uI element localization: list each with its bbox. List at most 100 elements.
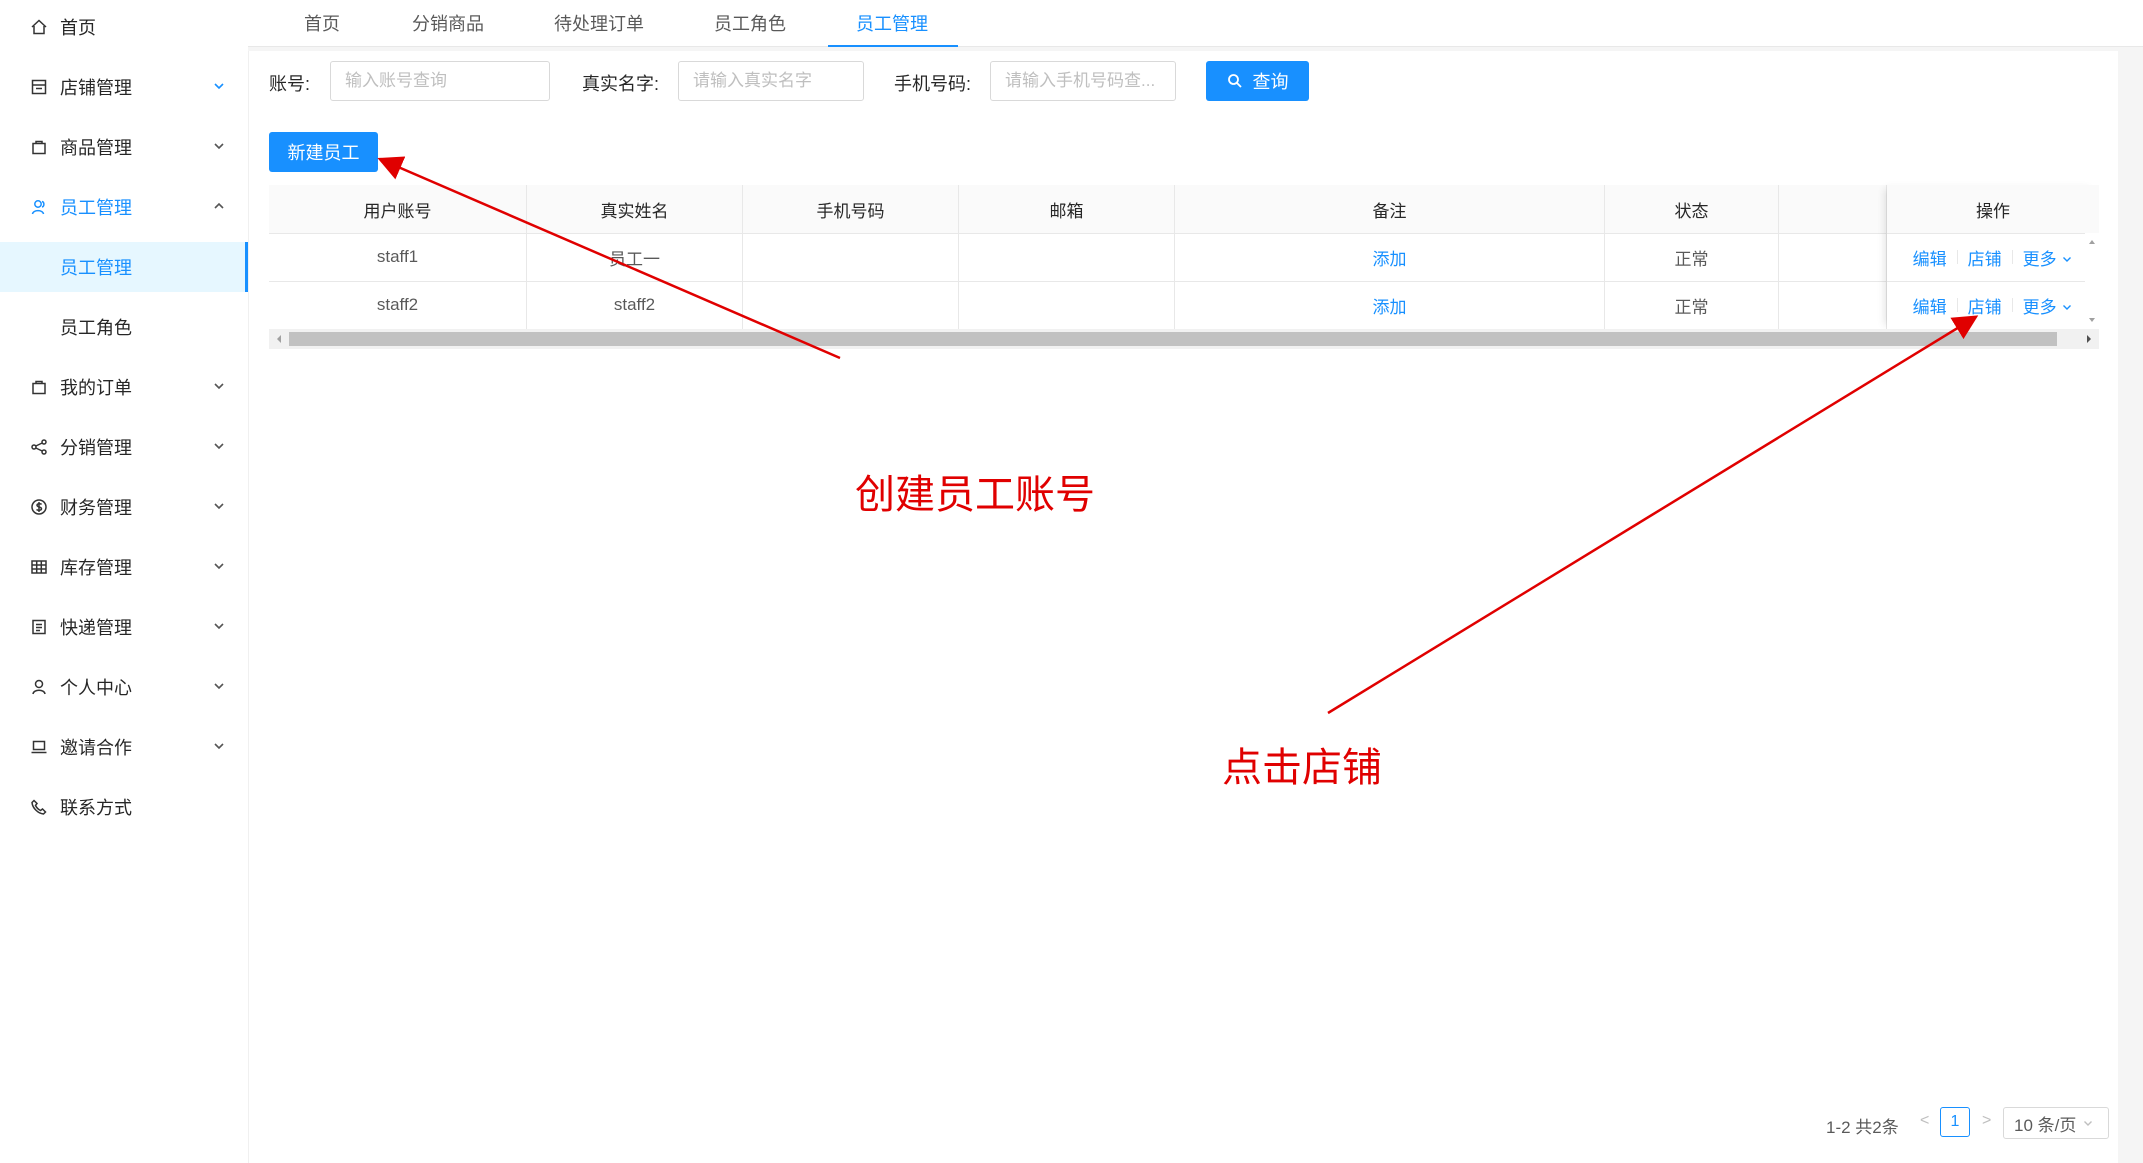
- realname-label: 真实名字:: [582, 74, 660, 94]
- chevron-down-icon: [214, 383, 224, 390]
- tab-staff-role[interactable]: 员工角色: [714, 0, 786, 46]
- shopping-bag-icon: [30, 378, 48, 396]
- fixed-actions-column: 操作 编辑 店铺 更多 编辑 店铺 更多: [1887, 185, 2099, 330]
- team-icon: [30, 198, 48, 216]
- cell-status: 正常: [1605, 233, 1779, 281]
- store-link[interactable]: 店铺: [1968, 293, 2002, 318]
- sidebar-item-label: 店铺管理: [60, 78, 132, 98]
- chevron-down-icon: [2084, 1121, 2093, 1126]
- list-icon: [30, 618, 48, 636]
- cell-account: staff1: [269, 233, 527, 281]
- prev-page-icon[interactable]: <: [1920, 1112, 1929, 1130]
- laptop-icon: [30, 738, 48, 756]
- tab-pending-orders[interactable]: 待处理订单: [554, 0, 644, 46]
- page-right-gutter: [2118, 47, 2143, 1163]
- column-header-status: 状态: [1605, 185, 1779, 233]
- sidebar-item-inventory-management[interactable]: 库存管理: [0, 542, 248, 592]
- phone-label: 手机号码:: [894, 74, 972, 94]
- sidebar-item-label: 个人中心: [60, 678, 132, 698]
- share-icon: [30, 438, 48, 456]
- more-label: 更多: [2022, 249, 2057, 269]
- action-divider: [1956, 250, 1958, 264]
- shopping-bag-icon: [30, 138, 48, 156]
- cell-spacer: [1779, 233, 1887, 281]
- page-number-button[interactable]: 1: [1940, 1107, 1970, 1137]
- tab-distribution-products[interactable]: 分销商品: [412, 0, 484, 46]
- sidebar-item-staff-management[interactable]: 员工管理: [0, 182, 248, 232]
- action-divider: [1956, 298, 1958, 312]
- cell-realname: 员工一: [527, 233, 743, 281]
- horizontal-scrollbar[interactable]: [269, 329, 2099, 349]
- column-header-account: 用户账号: [269, 185, 527, 233]
- column-header-spacer: [1779, 185, 1887, 233]
- annotation-arrows: [377, 156, 1979, 715]
- cell-realname: staff2: [527, 281, 743, 329]
- sidebar-menu: 首页 店铺管理 商品管理 员工管理 员工管理 员工角色 我的订单 分销管理 财务…: [0, 0, 249, 1163]
- sidebar-subitem-staff-role[interactable]: 员工角色: [0, 302, 248, 352]
- chevron-down-icon: [2063, 304, 2072, 310]
- sidebar-item-label: 快递管理: [60, 618, 132, 638]
- annotation-create-account: 创建员工账号: [855, 472, 1095, 518]
- sidebar-item-my-orders[interactable]: 我的订单: [0, 362, 248, 412]
- pagination-total: 1-2 共2条: [1826, 1118, 1899, 1137]
- table-header: 用户账号 真实姓名 手机号码 邮箱 备注 状态: [269, 185, 2099, 234]
- add-remark-link[interactable]: 添加: [1373, 245, 1407, 270]
- sidebar-item-label: 我的订单: [60, 378, 132, 398]
- column-header-actions: 操作: [1887, 185, 2099, 234]
- action-divider: [2011, 250, 2013, 264]
- more-label: 更多: [2022, 297, 2057, 317]
- chevron-down-icon: [214, 443, 224, 450]
- sidebar-item-label: 邀请合作: [60, 738, 132, 758]
- realname-input[interactable]: [678, 61, 864, 101]
- action-divider: [2011, 298, 2013, 312]
- sidebar-item-contact[interactable]: 联系方式: [0, 782, 248, 832]
- scroll-down-arrow-icon: [2089, 318, 2095, 322]
- cell-spacer: [1779, 281, 1887, 329]
- tab-home[interactable]: 首页: [304, 0, 340, 46]
- cell-email: [959, 233, 1175, 281]
- sidebar-subitem-staff-management[interactable]: 员工管理: [0, 242, 248, 292]
- account-input[interactable]: [330, 61, 550, 101]
- edit-link[interactable]: 编辑: [1913, 293, 1947, 318]
- scroll-thumb[interactable]: [289, 332, 2057, 346]
- more-dropdown[interactable]: 更多: [2023, 245, 2074, 270]
- chevron-down-icon: [2063, 256, 2072, 262]
- chevron-down-icon: [214, 623, 224, 630]
- annotation-click-store: 点击店铺: [1222, 745, 1382, 791]
- add-remark-link[interactable]: 添加: [1373, 293, 1407, 318]
- sidebar-item-label: 财务管理: [60, 498, 132, 518]
- sidebar-item-label: 首页: [60, 18, 96, 38]
- sidebar-item-label: 员工管理: [60, 198, 132, 218]
- vertical-scrollbar[interactable]: [2085, 233, 2099, 329]
- sidebar-item-product-management[interactable]: 商品管理: [0, 122, 248, 172]
- table-row: staff2 staff2 添加 正常: [269, 281, 2099, 330]
- phone-icon: [30, 798, 48, 816]
- more-dropdown[interactable]: 更多: [2023, 293, 2074, 318]
- sidebar-item-finance-management[interactable]: 财务管理: [0, 482, 248, 532]
- query-button[interactable]: 查询: [1206, 61, 1309, 101]
- sidebar-item-distribution-management[interactable]: 分销管理: [0, 422, 248, 472]
- sidebar-item-express-management[interactable]: 快递管理: [0, 602, 248, 652]
- column-header-remark: 备注: [1175, 185, 1605, 233]
- store-link[interactable]: 店铺: [1968, 245, 2002, 270]
- sidebar-item-home[interactable]: 首页: [0, 2, 248, 52]
- home-icon: [30, 18, 48, 36]
- sidebar-item-store-management[interactable]: 店铺管理: [0, 62, 248, 112]
- chevron-down-icon: [214, 563, 224, 570]
- search-icon: [1227, 74, 1242, 88]
- next-page-icon[interactable]: >: [1982, 1112, 1991, 1130]
- sidebar-item-label: 商品管理: [60, 138, 132, 158]
- tab-staff-management[interactable]: 员工管理: [856, 0, 928, 46]
- chevron-down-icon: [214, 143, 224, 150]
- scroll-left-arrow-icon: [277, 335, 281, 343]
- query-button-label: 查询: [1252, 72, 1289, 92]
- page-size-select[interactable]: 10 条/页: [2003, 1107, 2109, 1139]
- user-icon: [30, 678, 48, 696]
- row-actions: 编辑 店铺 更多: [1887, 233, 2099, 282]
- account-label: 账号:: [269, 74, 311, 94]
- new-staff-button[interactable]: 新建员工: [269, 132, 378, 172]
- sidebar-item-personal-center[interactable]: 个人中心: [0, 662, 248, 712]
- phone-input[interactable]: [990, 61, 1176, 101]
- sidebar-item-invite-cooperation[interactable]: 邀请合作: [0, 722, 248, 772]
- edit-link[interactable]: 编辑: [1913, 245, 1947, 270]
